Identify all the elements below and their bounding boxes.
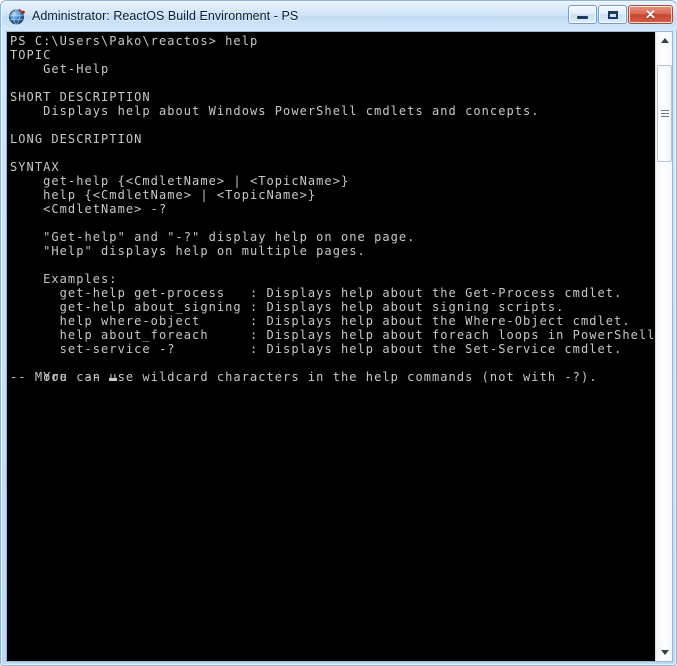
- maximize-icon: [607, 10, 618, 19]
- chevron-up-icon: [660, 38, 669, 43]
- chevron-down-icon: [660, 650, 669, 655]
- more-label: -- More --: [10, 370, 110, 384]
- title-bar[interactable]: Administrator: ReactOS Build Environment…: [2, 2, 677, 30]
- scroll-up-arrow[interactable]: [656, 32, 672, 49]
- pager-more-prompt: -- More --: [10, 370, 118, 384]
- scroll-down-arrow[interactable]: [656, 644, 672, 661]
- minimize-button[interactable]: [568, 5, 597, 24]
- console-window: Administrator: ReactOS Build Environment…: [0, 0, 677, 666]
- text-cursor: [109, 378, 118, 381]
- scrollbar-thumb[interactable]: [657, 65, 672, 162]
- grip-icon: [660, 108, 669, 119]
- window-title: Administrator: ReactOS Build Environment…: [32, 9, 299, 23]
- minimize-icon: [577, 16, 588, 19]
- vertical-scrollbar[interactable]: [655, 32, 672, 661]
- window-controls: ✕: [568, 5, 673, 24]
- close-button[interactable]: ✕: [628, 5, 673, 24]
- close-icon: ✕: [645, 7, 656, 22]
- maximize-button[interactable]: [598, 5, 627, 24]
- console-client-area[interactable]: PS C:\Users\Pako\reactos> help TOPIC Get…: [6, 31, 673, 662]
- console-output: PS C:\Users\Pako\reactos> help TOPIC Get…: [10, 34, 664, 384]
- reactos-logo-icon: [8, 7, 26, 25]
